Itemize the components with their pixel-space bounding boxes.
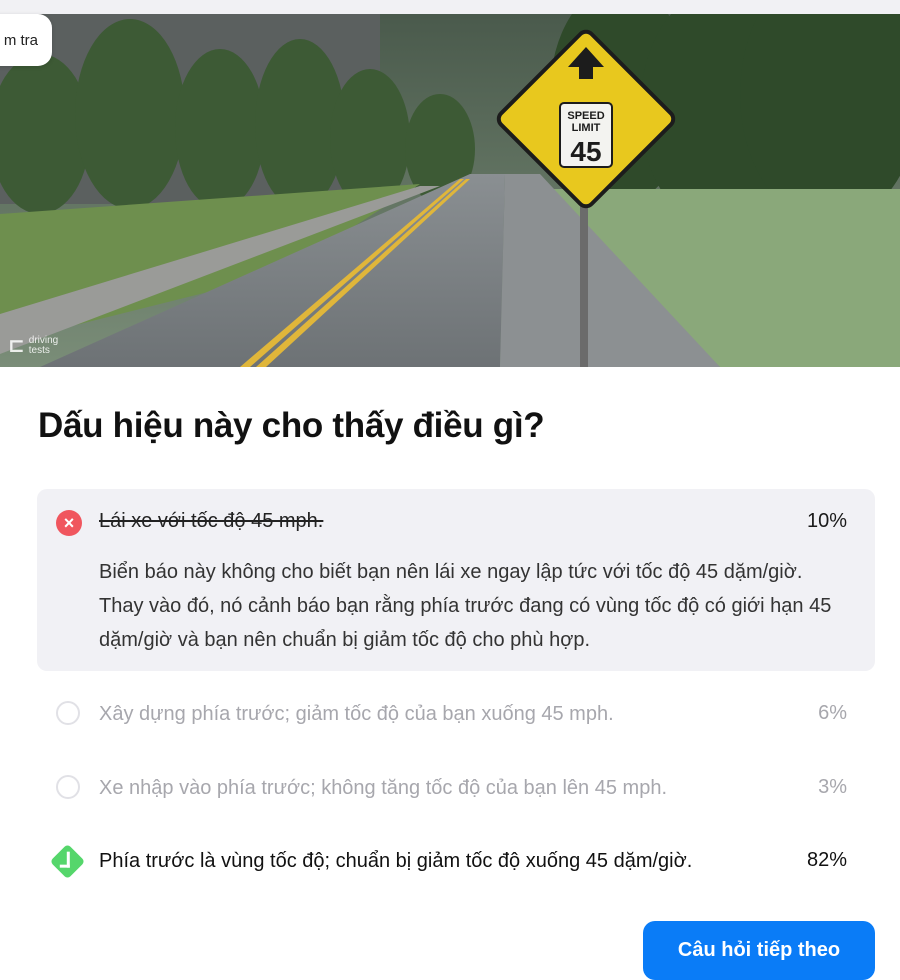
answer-option-2[interactable]: Xây dựng phía trước; giảm tốc độ của bạn…: [37, 690, 875, 736]
watermark-logo-icon: ⊏: [8, 335, 25, 357]
sign-value: 45: [570, 136, 601, 167]
watermark: ⊏ driving tests: [8, 335, 69, 357]
top-bar: [0, 0, 900, 14]
question-image: SPEED LIMIT 45: [0, 14, 900, 367]
wrong-x-icon: ×: [56, 510, 82, 536]
answer-percent: 82%: [806, 849, 847, 871]
answer-option-4[interactable]: Phía trước là vùng tốc độ; chuẩn bị giảm…: [37, 838, 875, 884]
correct-check-icon: [49, 843, 86, 880]
road-scene-illustration: SPEED LIMIT 45: [0, 14, 900, 367]
next-question-button[interactable]: Câu hỏi tiếp theo: [643, 921, 875, 980]
answer-text: Lái xe với tốc độ 45 mph.: [99, 510, 324, 532]
radio-empty-icon: [56, 775, 80, 799]
watermark-line-2: tests: [28, 345, 50, 356]
answer-option-1[interactable]: × Lái xe với tốc độ 45 mph. 10% Biển báo…: [37, 489, 875, 671]
answer-text: Xe nhập vào phía trước; không tăng tốc đ…: [99, 777, 667, 799]
question-title: Dấu hiệu này cho thấy điều gì?: [38, 406, 545, 445]
tab-check[interactable]: m tra: [0, 14, 52, 66]
answer-percent: 3%: [818, 776, 847, 798]
answer-percent: 10%: [806, 510, 847, 532]
tab-check-label: m tra: [3, 31, 38, 49]
answer-percent: 6%: [818, 702, 847, 724]
sign-line-2: LIMIT: [572, 122, 601, 134]
radio-empty-icon: [56, 701, 80, 725]
sign-line-1: SPEED: [567, 110, 604, 122]
answer-explanation: Biển báo này không cho biết bạn nên lái …: [99, 561, 832, 651]
answer-text: Phía trước là vùng tốc độ; chuẩn bị giảm…: [99, 850, 693, 872]
answer-text: Xây dựng phía trước; giảm tốc độ của bạn…: [99, 703, 614, 725]
answer-option-3[interactable]: Xe nhập vào phía trước; không tăng tốc đ…: [37, 764, 875, 810]
